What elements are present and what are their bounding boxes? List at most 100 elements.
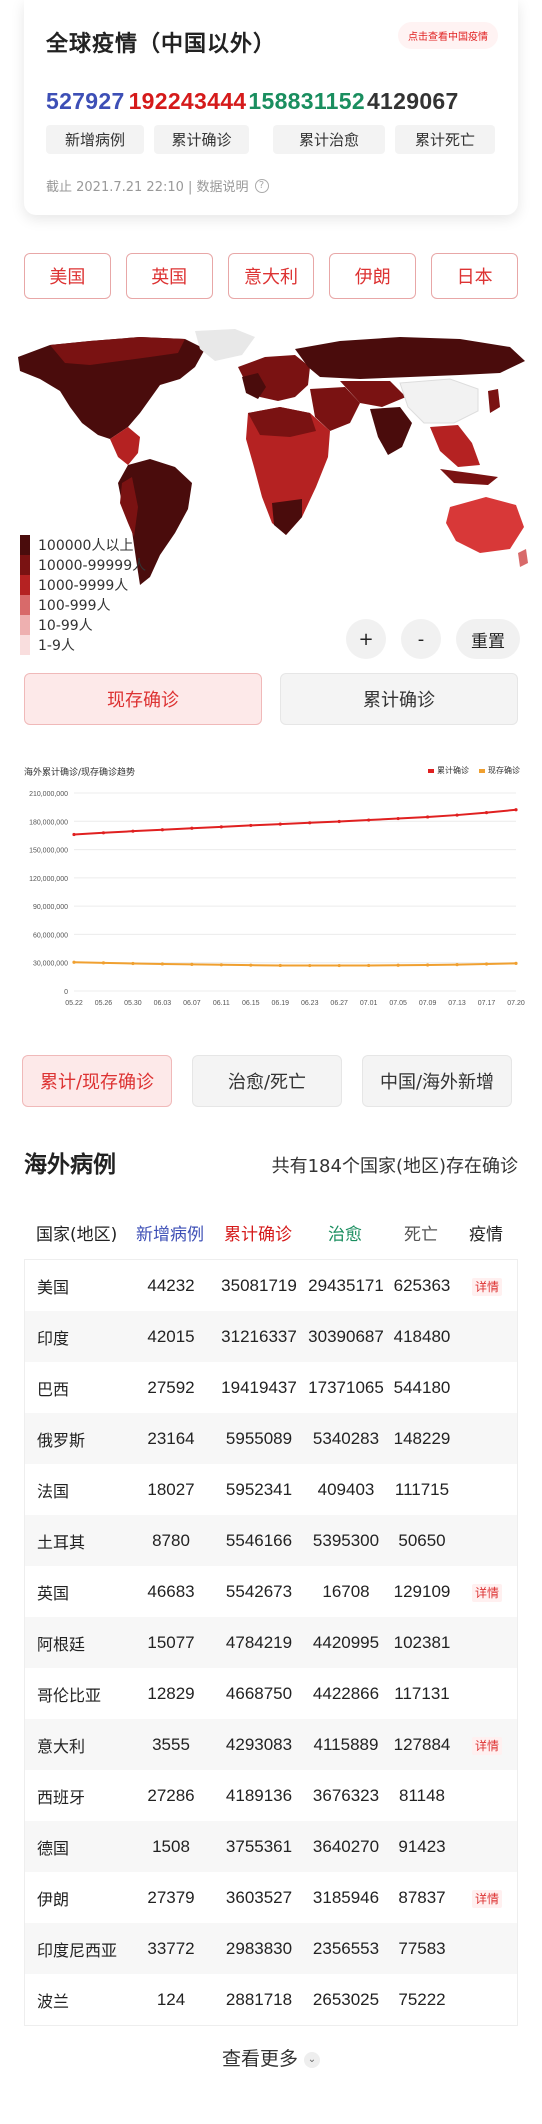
data-point[interactable] [278,822,282,826]
cell-confirmed: 3603527 [225,1887,293,1907]
data-point[interactable] [278,963,282,968]
data-point[interactable] [72,832,76,837]
cell-new: 15077 [147,1632,195,1652]
data-point[interactable] [337,963,341,968]
table-row[interactable]: 巴西 27592 19419437 17371065 544180 [25,1362,517,1413]
table-row[interactable]: 法国 18027 5952341 409403 111715 [25,1464,517,1515]
country-button-iran[interactable]: 伊朗 [329,253,417,299]
table-row[interactable]: 印度尼西亚 33772 2983830 2356553 77583 [25,1923,517,1974]
table-row[interactable]: 俄罗斯 23164 5955089 5340283 148229 [25,1413,517,1464]
data-point[interactable] [396,816,400,821]
data-point[interactable] [426,815,430,819]
table-row[interactable]: 英国 46683 5542673 16708 129109 详情 [25,1566,517,1617]
tab-cumulative-confirmed[interactable]: 累计确诊 [280,673,518,725]
y-tick-label: 150,000,000 [29,848,68,855]
data-point[interactable] [72,960,76,964]
detail-link[interactable]: 详情 [471,1277,502,1296]
column-header-country[interactable]: 国家(地区) [24,1220,128,1245]
y-tick-label: 30,000,000 [33,961,68,968]
detail-link[interactable]: 详情 [471,1583,502,1602]
country-button-japan[interactable]: 日本 [431,253,518,299]
data-point[interactable] [131,961,135,966]
data-point[interactable] [396,963,400,967]
column-header-cured[interactable]: 治愈 [304,1220,386,1245]
cell-cured: 4420995 [312,1632,380,1652]
data-point[interactable] [514,808,518,812]
x-tick-label: 06.15 [242,1000,260,1007]
table-row[interactable]: 波兰 124 2881718 2653025 75222 [25,1974,517,2025]
data-point[interactable] [308,963,312,968]
data-point[interactable] [190,826,194,830]
data-point[interactable] [219,963,223,967]
data-point[interactable] [101,831,106,835]
data-point[interactable] [219,825,223,829]
tab-current-confirmed[interactable]: 现存确诊 [24,673,262,725]
world-map[interactable]: 100000人以上 10000-99999人 1000-9999人 100-99… [0,327,542,667]
table-row[interactable]: 美国 44232 35081719 29435171 625363 详情 [25,1260,517,1311]
cell-new: 27286 [147,1785,195,1805]
cell-new: 12829 [147,1683,195,1703]
column-header-confirmed[interactable]: 累计确诊 [212,1220,304,1245]
chart-legend: 累计确诊 现存确诊 [428,765,520,776]
country-button-usa[interactable]: 美国 [24,253,111,299]
data-point[interactable] [484,962,489,966]
data-point[interactable] [160,962,164,966]
cell-detail: 详情 [457,1888,517,1908]
cell-detail: 详情 [457,1735,517,1755]
total-confirmed-value: 192243444 [128,88,247,114]
data-point[interactable] [484,811,489,815]
cell-confirmed: 31216337 [221,1326,297,1346]
cell-confirmed: 35081719 [221,1275,297,1295]
data-point[interactable] [367,963,371,968]
data-point[interactable] [249,823,253,828]
column-header-new[interactable]: 新增病例 [128,1220,212,1245]
table-row[interactable]: 哥伦比亚 12829 4668750 4422866 117131 [25,1668,517,1719]
cell-cured: 17371065 [308,1377,384,1397]
see-more-button[interactable]: 查看更多 ⌄ [0,2044,542,2071]
data-point[interactable] [308,821,312,825]
cell-dead: 148229 [393,1428,451,1448]
country-button-italy[interactable]: 意大利 [227,253,315,299]
data-point[interactable] [249,963,253,967]
x-tick-label: 07.05 [389,1000,407,1007]
help-icon[interactable]: ? [254,178,269,193]
data-point[interactable] [367,818,371,822]
column-header-dead[interactable]: 死亡 [386,1220,456,1245]
detail-link[interactable]: 详情 [471,1889,502,1908]
y-tick-label: 120,000,000 [29,876,68,883]
legend-label-confirmed: 累计确诊 [437,766,469,775]
tab-confirmed-current[interactable]: 累计/现存确诊 [22,1055,172,1107]
map-mode-tabs: 现存确诊 累计确诊 [24,673,518,725]
reset-button[interactable]: 重置 [456,619,520,659]
dead-label: 累计死亡 [395,125,495,154]
tab-china-overseas-new[interactable]: 中国/海外新增 [362,1055,512,1107]
map-region-southeast-asia [430,425,480,467]
cell-detail: 详情 [457,1582,517,1602]
x-tick-label: 06.07 [183,1000,201,1007]
data-point[interactable] [455,813,459,817]
data-point[interactable] [131,829,135,833]
cell-new: 46683 [147,1581,195,1601]
table-row[interactable]: 德国 1508 3755361 3640270 91423 [25,1821,517,1872]
data-point[interactable] [426,963,430,967]
tab-cured-dead[interactable]: 治愈/死亡 [192,1055,342,1107]
legend-label: 10-99人 [38,618,93,634]
table-row[interactable]: 意大利 3555 4293083 4115889 127884 详情 [25,1719,517,1770]
data-point[interactable] [101,961,106,965]
country-button-uk[interactable]: 英国 [125,253,213,299]
data-point[interactable] [190,962,194,967]
table-row[interactable]: 西班牙 27286 4189136 3676323 81148 [25,1770,517,1821]
legend-swatch [20,555,30,575]
china-link-button[interactable]: 点击查看中国疫情 [398,22,498,49]
data-point[interactable] [455,963,459,967]
table-row[interactable]: 印度 42015 31216337 30390687 418480 [25,1311,517,1362]
detail-link[interactable]: 详情 [471,1736,502,1755]
table-row[interactable]: 土耳其 8780 5546166 5395300 50650 [25,1515,517,1566]
zoom-in-button[interactable]: + [346,619,386,659]
data-point[interactable] [514,961,518,965]
data-point[interactable] [160,828,164,832]
table-row[interactable]: 阿根廷 15077 4784219 4420995 102381 [25,1617,517,1668]
table-row[interactable]: 伊朗 27379 3603527 3185946 87837 详情 [25,1872,517,1923]
data-point[interactable] [337,819,341,824]
zoom-out-button[interactable]: - [401,619,441,659]
